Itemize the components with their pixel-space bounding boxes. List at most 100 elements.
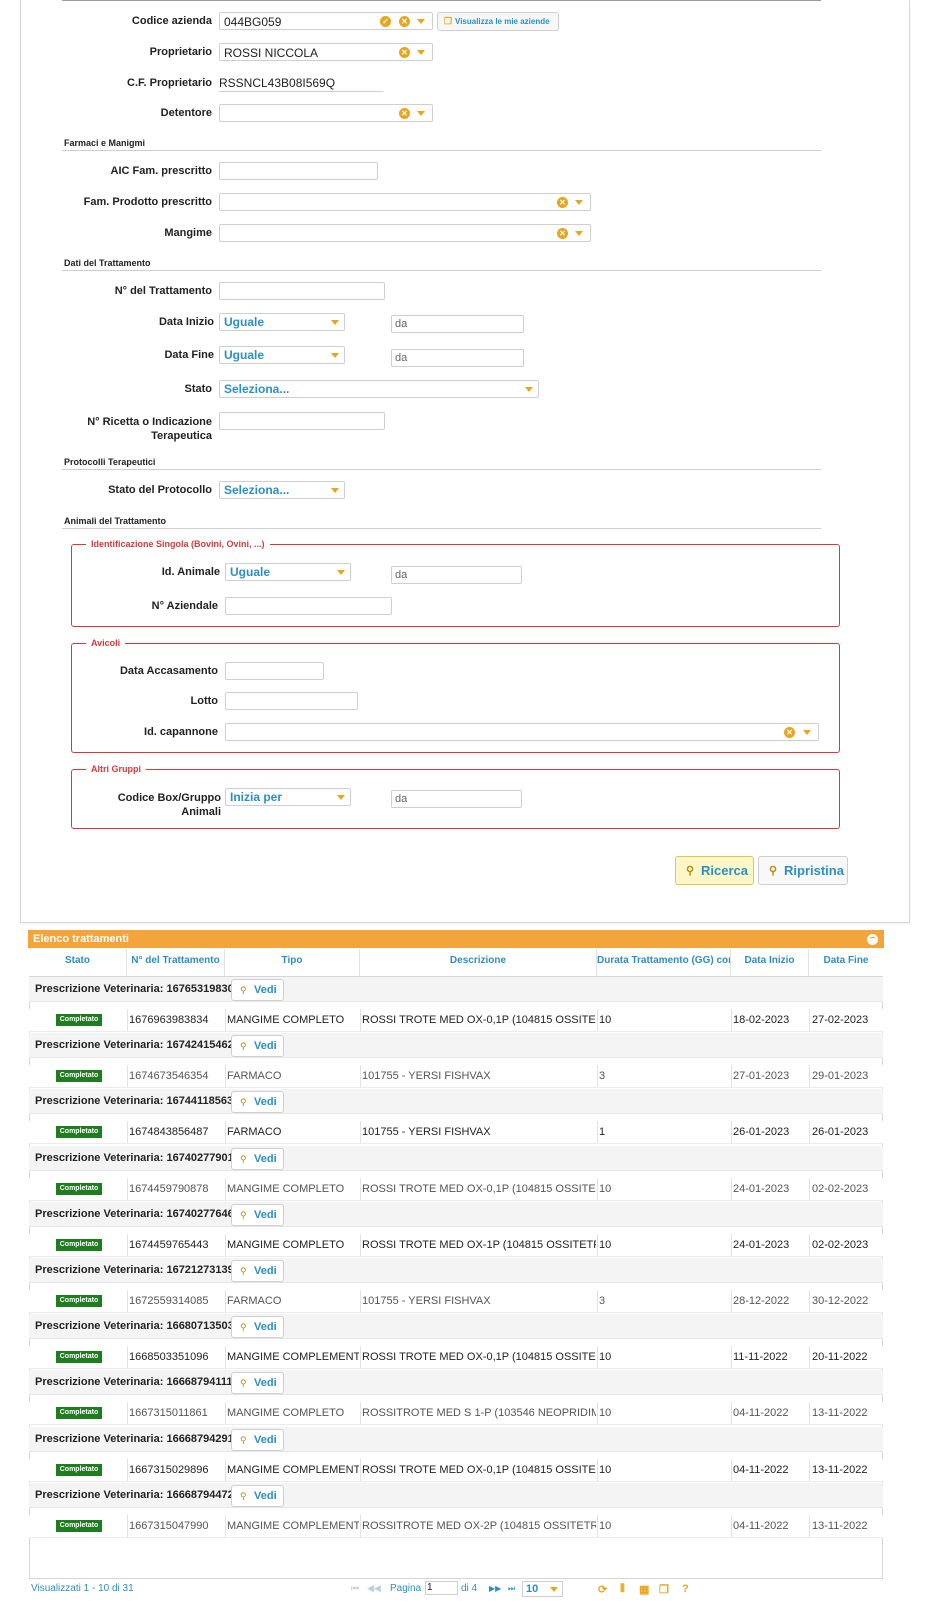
id-animale-operator[interactable]: Uguale: [225, 563, 351, 581]
column-separator: [809, 1234, 810, 1256]
id-animale-input[interactable]: da: [391, 566, 522, 584]
data-inizio-operator[interactable]: Uguale: [219, 313, 345, 331]
visualizza-aziende-button[interactable]: ❐ Visualizza le mie aziende: [437, 12, 559, 31]
clear-icon[interactable]: ✕: [399, 47, 410, 58]
cell-descrizione: 101755 - YERSI FISHVAX: [362, 1070, 491, 1082]
column-separator: [360, 1346, 361, 1368]
group-title: Prescrizione Veterinaria: 1674027790110: [35, 1152, 246, 1164]
ripristina-button[interactable]: ⚲ Ripristina: [758, 856, 848, 885]
page-input[interactable]: 1: [425, 1581, 458, 1595]
table-row[interactable]: Completato 1672559314085 FARMACO 101755 - Y…: [29, 1290, 883, 1313]
group-row: Prescrizione Veterinaria: 1676531983067 ⚲…: [29, 977, 883, 1002]
chevron-down-icon[interactable]: [417, 50, 425, 55]
chevron-down-icon[interactable]: [417, 111, 425, 116]
n-ricetta-input[interactable]: [219, 412, 385, 430]
cell-descrizione: ROSSI TROTE MED OX-0,1P (104815 OSSITETR…: [362, 1014, 596, 1026]
page-size-value: 10: [526, 1583, 539, 1595]
n-aziendale-input[interactable]: [225, 597, 392, 615]
vedi-button[interactable]: ⚲ Vedi: [231, 1260, 284, 1282]
col-header-data-fine[interactable]: Data Fine: [809, 949, 883, 976]
vedi-button[interactable]: ⚲ Vedi: [231, 1316, 284, 1338]
n-trattamento-input[interactable]: [219, 282, 385, 300]
aic-input[interactable]: [219, 162, 378, 180]
table-row[interactable]: Completato 1674843856487 FARMACO 101755 - Y…: [29, 1121, 883, 1144]
stato-protocollo-select[interactable]: Seleziona...: [219, 481, 345, 499]
last-page-icon[interactable]: ⏭: [508, 1584, 515, 1594]
cell-data-inizio: 04-11-2022: [733, 1520, 789, 1532]
cell-data-fine: 27-02-2023: [812, 1014, 869, 1026]
status-badge: Completato: [56, 1351, 102, 1363]
clear-icon[interactable]: ✕: [784, 727, 795, 738]
id-animale-placeholder: da: [395, 569, 408, 581]
chevron-down-icon[interactable]: [575, 200, 583, 205]
prev-page-icon[interactable]: ◀◀: [367, 1583, 381, 1594]
data-fine-input[interactable]: da: [391, 349, 524, 367]
vedi-button[interactable]: ⚲ Vedi: [231, 1204, 284, 1226]
data-inizio-operator-value: Uguale: [224, 315, 265, 329]
codice-box-input[interactable]: da: [391, 790, 522, 808]
cell-durata: 10: [599, 1407, 612, 1419]
table-row[interactable]: Completato 1667315029896 MANGIME COMPLEMEN…: [29, 1459, 883, 1482]
vedi-button[interactable]: ⚲ Vedi: [231, 1035, 284, 1057]
export-icon[interactable]: ▦: [639, 1583, 649, 1596]
col-header-data-inizio[interactable]: Data Inizio: [731, 949, 809, 976]
chevron-down-icon[interactable]: [575, 231, 583, 236]
data-accasamento-input[interactable]: [225, 662, 324, 680]
chevron-down-icon[interactable]: [803, 730, 811, 735]
help-icon[interactable]: ?: [682, 1583, 689, 1595]
refresh-icon[interactable]: ⟳: [598, 1583, 607, 1596]
check-icon: ✓: [380, 16, 391, 27]
vedi-button[interactable]: ⚲ Vedi: [231, 1372, 284, 1394]
col-header-descrizione[interactable]: Descrizione: [360, 949, 597, 976]
clear-icon[interactable]: ✕: [557, 197, 568, 208]
vedi-button[interactable]: ⚲ Vedi: [231, 1091, 284, 1113]
table-row[interactable]: Completato 1668503351096 MANGIME COMPLEMEN…: [29, 1346, 883, 1369]
next-page-icon[interactable]: ▶▶: [489, 1584, 501, 1593]
column-separator: [127, 1234, 128, 1256]
clear-icon[interactable]: ✕: [557, 228, 568, 239]
table-row[interactable]: Completato 1674459765443 MANGIME COMPLETO R…: [29, 1234, 883, 1257]
window-icon[interactable]: ❐: [659, 1583, 669, 1596]
column-separator: [360, 1065, 361, 1087]
col-header-numero[interactable]: N° del Trattamento: [127, 949, 225, 976]
vedi-button[interactable]: ⚲ Vedi: [231, 1429, 284, 1451]
column-separator: [597, 1009, 598, 1031]
cell-descrizione: ROSSITROTE MED S 1-P (103546 NEOPRIDIMET…: [362, 1407, 596, 1419]
stato-select[interactable]: Seleziona...: [219, 380, 539, 398]
fam-prodotto-field[interactable]: [219, 193, 591, 211]
col-header-tipo[interactable]: Tipo: [225, 949, 360, 976]
table-row[interactable]: Completato 1667315011861 MANGIME COMPLETO R…: [29, 1402, 883, 1425]
lotto-input[interactable]: [225, 692, 358, 710]
mangime-field[interactable]: [219, 224, 591, 242]
page-size-select[interactable]: 10: [522, 1581, 563, 1597]
cell-tipo: FARMACO: [227, 1295, 282, 1307]
cell-data-fine: 13-11-2022: [812, 1407, 868, 1419]
clear-icon[interactable]: ✕: [399, 108, 410, 119]
vedi-button[interactable]: ⚲ Vedi: [231, 1485, 284, 1507]
data-fine-operator[interactable]: Uguale: [219, 346, 345, 364]
column-separator: [597, 1234, 598, 1256]
table-row[interactable]: Completato 1676963983834 MANGIME COMPLETO R…: [29, 1009, 883, 1032]
data-inizio-input[interactable]: da: [391, 315, 524, 333]
data-fine-placeholder: da: [395, 352, 408, 364]
section-divider: [62, 469, 821, 470]
col-header-stato[interactable]: Stato: [29, 949, 127, 976]
id-capannone-field[interactable]: [225, 723, 819, 741]
cell-numero: 1674459765443: [129, 1239, 209, 1251]
cell-numero: 1667315047990: [129, 1520, 209, 1532]
col-header-durata[interactable]: Durata Trattamento (GG) cor: [597, 949, 731, 976]
group-row: Prescrizione Veterinaria: 1666879429198 ⚲…: [29, 1427, 883, 1452]
chevron-down-icon[interactable]: [417, 19, 425, 24]
first-page-icon[interactable]: ⏮: [351, 1583, 359, 1594]
table-row[interactable]: Completato 1674673546354 FARMACO 101755 - Y…: [29, 1065, 883, 1088]
vedi-button[interactable]: ⚲ Vedi: [231, 1148, 284, 1170]
table-row[interactable]: Completato 1667315047990 MANGIME COMPLEMEN…: [29, 1515, 883, 1538]
ricerca-button[interactable]: ⚲ Ricerca: [675, 856, 754, 885]
vedi-label: Vedi: [254, 1321, 277, 1333]
collapse-icon[interactable]: −: [867, 934, 878, 945]
clear-icon[interactable]: ✕: [399, 16, 410, 27]
columns-icon[interactable]: ⦀: [620, 1583, 625, 1596]
table-row[interactable]: Completato 1674459790878 MANGIME COMPLETO R…: [29, 1178, 883, 1201]
vedi-button[interactable]: ⚲ Vedi: [231, 979, 284, 1001]
codice-box-operator[interactable]: Inizia per: [225, 788, 351, 806]
